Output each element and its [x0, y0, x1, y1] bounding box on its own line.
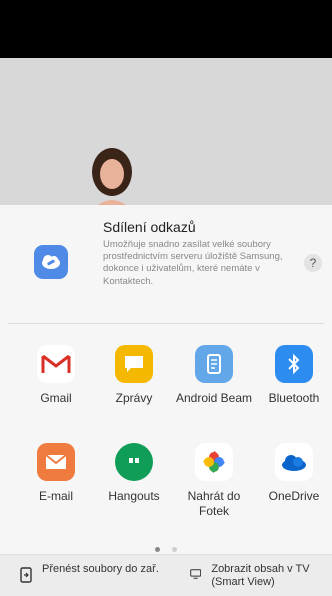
app-bluetooth[interactable]: Bluetooth [254, 345, 332, 406]
app-hangouts[interactable]: Hangouts [94, 443, 174, 504]
transfer-files-button[interactable]: Přenést soubory do zař. [20, 563, 170, 583]
app-label: OneDrive [268, 489, 320, 503]
app-messages[interactable]: Zprávy [94, 345, 174, 406]
app-label: Android Beam [175, 391, 253, 405]
transfer-files-label: Přenést soubory do zař. [42, 563, 159, 575]
gmail-icon [37, 345, 75, 383]
bottom-actions: Přenést soubory do zař. Zobrazit obsah v… [0, 554, 332, 596]
smart-view-button[interactable]: Zobrazit obsah v TV (Smart View) [190, 563, 328, 589]
link-sharing-title: Sdílení odkazů [103, 219, 196, 235]
help-icon[interactable]: ? [304, 254, 322, 272]
app-google-photos[interactable]: Nahrát do Fotek [174, 443, 254, 519]
app-gmail[interactable]: Gmail [16, 345, 96, 406]
app-label: Gmail [40, 391, 72, 405]
bluetooth-icon [275, 345, 313, 383]
device-transfer-icon [20, 567, 32, 583]
background-image [0, 58, 332, 208]
onedrive-icon [275, 443, 313, 481]
app-label: E-mail [38, 489, 73, 503]
link-sharing-description: Umožňuje snadno zasílat velké soubory pr… [103, 239, 283, 287]
page-dot-active[interactable] [154, 547, 160, 552]
email-icon [37, 443, 75, 481]
messages-icon [115, 345, 153, 383]
divider [8, 323, 324, 324]
hangouts-icon [115, 443, 153, 481]
app-grid: Gmail Zprávy Android Beam Bluetooth E-ma… [0, 337, 332, 537]
status-bar [0, 0, 332, 58]
app-label: Hangouts [108, 489, 160, 503]
person-photo [92, 148, 132, 208]
tv-icon [190, 569, 202, 579]
smart-view-label: Zobrazit obsah v TV (Smart View) [211, 563, 310, 588]
app-android-beam[interactable]: Android Beam [174, 345, 254, 406]
app-onedrive[interactable]: OneDrive [254, 443, 332, 504]
app-label: Nahrát do Fotek [187, 489, 241, 518]
app-label: Zprávy [115, 391, 153, 405]
share-sheet: Sdílení odkazů Umožňuje snadno zasílat v… [0, 205, 332, 596]
link-sharing-option[interactable]: Sdílení odkazů Umožňuje snadno zasílat v… [0, 205, 332, 323]
google-photos-icon [195, 443, 233, 481]
app-email[interactable]: E-mail [16, 443, 96, 504]
android-beam-icon [195, 345, 233, 383]
page-dot[interactable] [172, 547, 178, 552]
link-sharing-icon [34, 245, 68, 279]
cloud-link-icon [42, 255, 60, 269]
app-label: Bluetooth [268, 391, 320, 405]
